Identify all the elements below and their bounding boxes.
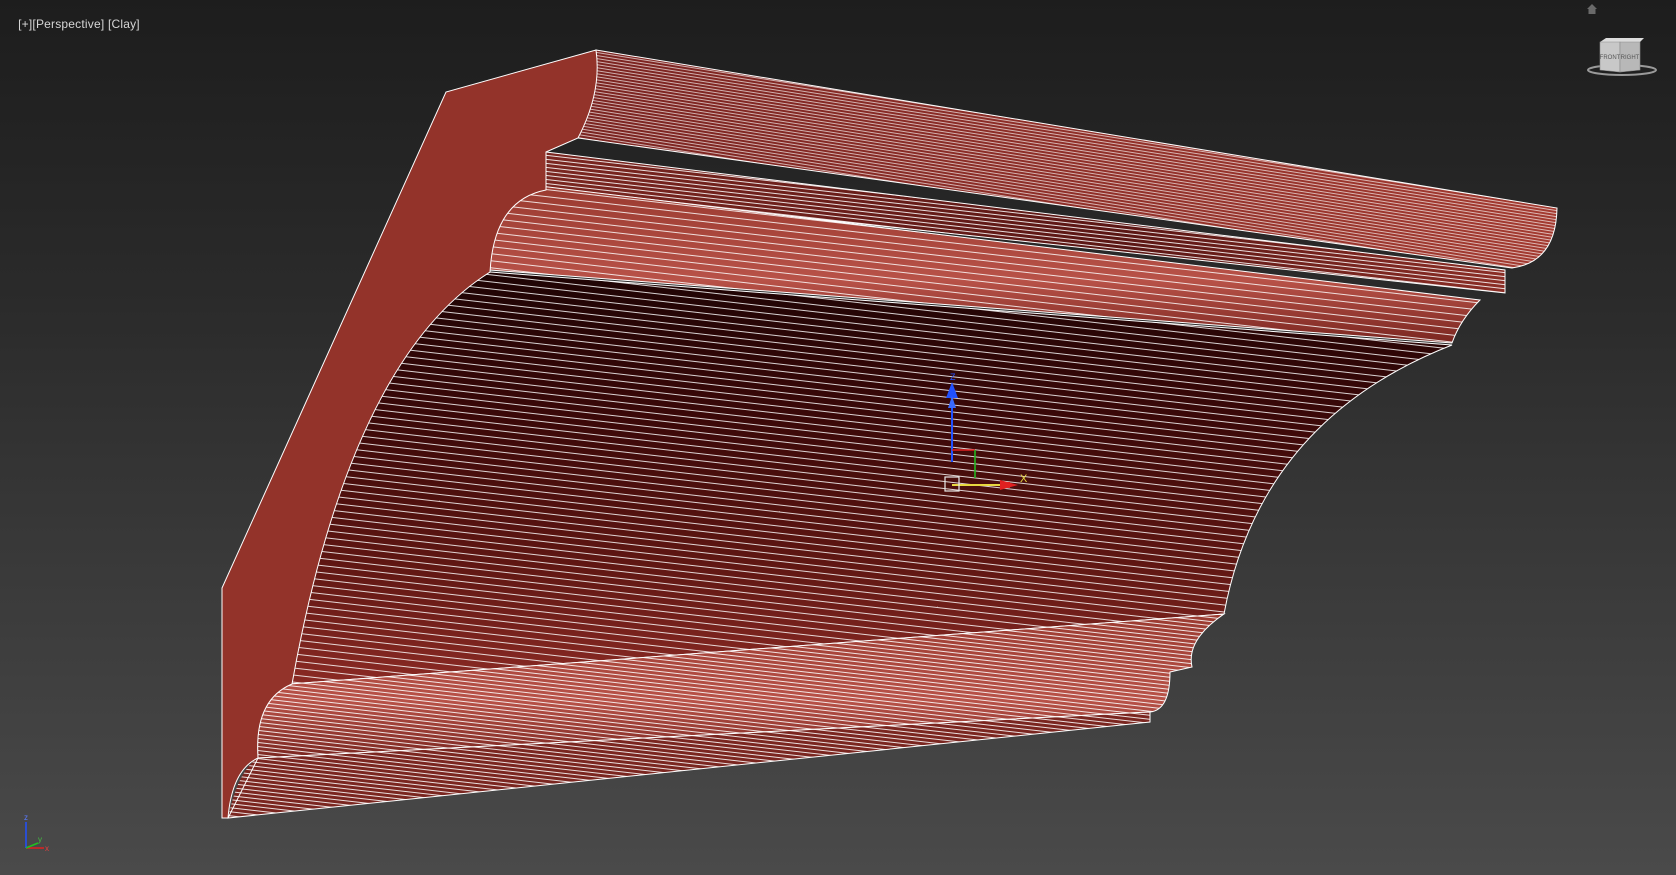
- viewport-menu-button[interactable]: [+]: [18, 17, 32, 31]
- molding-cove: [289, 271, 1453, 685]
- tripod-y-label: y: [38, 835, 42, 844]
- tripod-x-label: x: [45, 844, 49, 853]
- tripod-z-label: z: [24, 813, 28, 822]
- viewcube-right-label: RIGHT: [1621, 55, 1640, 61]
- viewport-label: [+][Perspective] [Clay]: [4, 3, 140, 45]
- gizmo-x-handle-icon[interactable]: [1002, 482, 1010, 488]
- scene-canvas[interactable]: X Z: [0, 0, 1676, 875]
- gizmo-x-label: X: [1020, 473, 1028, 485]
- viewcube-front-label: FRONT: [1600, 55, 1621, 61]
- viewcube[interactable]: FRONT RIGHT: [1582, 0, 1662, 80]
- viewport-shading-button[interactable]: [Clay]: [108, 17, 140, 31]
- gizmo-z-label: Z: [950, 372, 956, 382]
- viewport-point-of-view-button[interactable]: [Perspective]: [32, 17, 104, 31]
- perspective-viewport[interactable]: X Z [+][Perspective] [Clay] FRONT RIGHT …: [0, 0, 1676, 875]
- viewcube-top-face[interactable]: [1600, 38, 1644, 42]
- world-axis-tripod: z x y: [24, 813, 49, 853]
